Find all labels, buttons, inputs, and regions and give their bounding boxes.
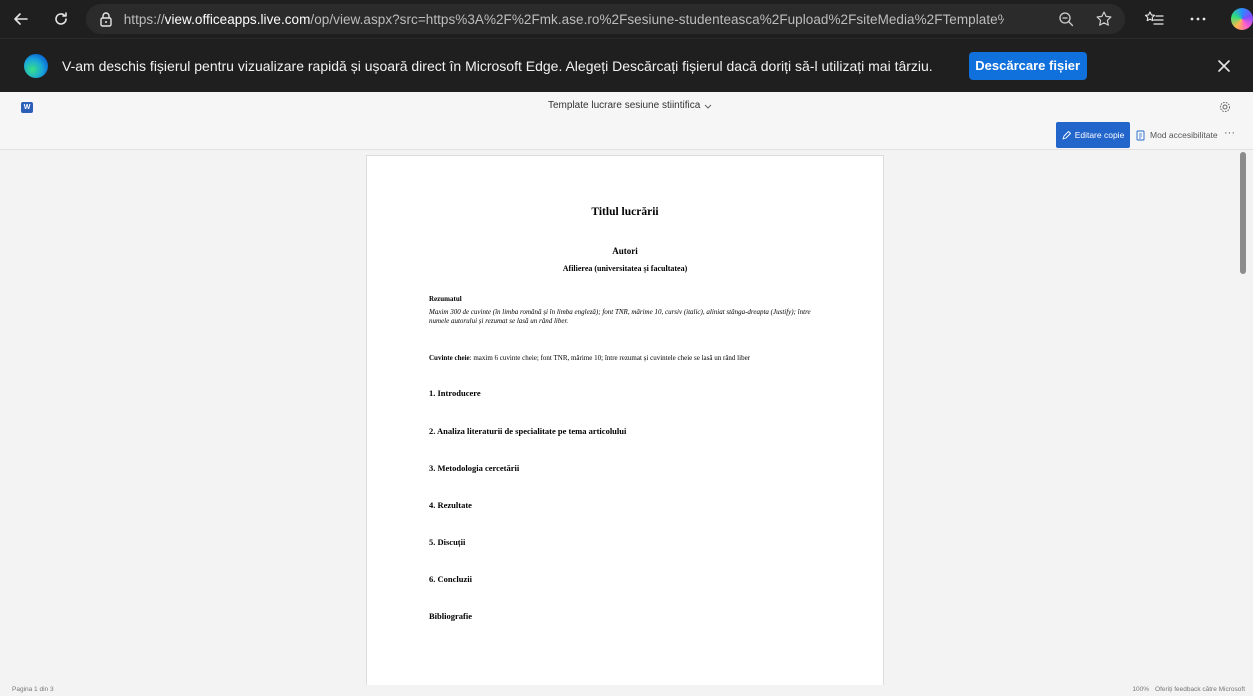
keywords-label: Cuvinte cheie (429, 354, 470, 362)
doc-abstract-heading: Rezumatul (429, 295, 462, 303)
document-canvas[interactable]: Titlul lucrării Autori Afilierea (univer… (0, 150, 1253, 685)
doc-section-heading: 3. Metodologia cercetării (429, 463, 520, 473)
keywords-text: : maxim 6 cuvinte cheie; font TNR, mărim… (469, 354, 751, 362)
doc-abstract-text: Maxim 300 de cuvinte (în limba română și… (429, 308, 811, 325)
doc-section-heading: 5. Discuții (429, 537, 466, 547)
download-file-button[interactable]: Descărcare fișier (968, 51, 1087, 80)
page-count: Pagina 1 din 3 (12, 686, 54, 693)
refresh-icon (55, 12, 67, 25)
close-icon[interactable] (1211, 53, 1237, 79)
doc-section-heading: Bibliografie (429, 611, 472, 621)
address-bar[interactable]: https://view.officeapps.live.com/op/view… (85, 4, 1125, 34)
gear-icon[interactable] (1219, 100, 1231, 113)
more-options-icon[interactable] (1187, 8, 1209, 30)
url-scheme: https:// (123, 11, 165, 27)
doc-title: Titlul lucrării (591, 206, 659, 218)
copilot-icon[interactable] (1231, 8, 1253, 30)
office-toolbar: Editare copie Mod accesibilitate ··· (0, 122, 1253, 150)
status-bar: Pagina 1 din 3 100% Oferiți feedback căt… (0, 685, 1253, 696)
doc-affiliation: Afilierea (universitatea și facultatea) (562, 264, 688, 273)
accessibility-mode-button[interactable]: Mod accesibilitate (1136, 127, 1218, 143)
chevron-down-icon[interactable] (703, 101, 713, 111)
favorites-list-icon[interactable] (1143, 8, 1165, 30)
accessibility-doc-icon (1136, 130, 1145, 140)
more-commands-button[interactable]: ··· (1224, 127, 1235, 139)
doc-section-heading: 2. Analiza literaturii de specialitate p… (429, 426, 627, 436)
document-page: Titlul lucrării Autori Afilierea (univer… (366, 155, 884, 685)
url-path: /op/view.aspx?src=https%3A%2F%2Fmk.ase.r… (310, 11, 1004, 27)
back-button[interactable] (6, 4, 36, 34)
doc-section-heading: 6. Concluzii (429, 574, 472, 584)
document-title-dropdown[interactable]: Template lucrare sesiune stiintifica (548, 100, 700, 111)
doc-keywords: Cuvinte cheie: maxim 6 cuvinte cheie; fo… (429, 354, 849, 362)
reload-button[interactable] (46, 4, 76, 34)
zoom-level[interactable]: 100% (1132, 686, 1149, 693)
lock-icon (98, 11, 114, 27)
office-header: W Template lucrare sesiune stiintifica (0, 92, 1253, 122)
accessibility-label: Mod accesibilitate (1150, 130, 1218, 140)
edit-copy-button[interactable]: Editare copie (1056, 122, 1130, 148)
doc-section-heading: 4. Rezultate (429, 500, 472, 510)
favorite-star-icon[interactable] (1093, 8, 1115, 30)
doc-section-heading: 1. Introducere (429, 388, 481, 398)
vertical-scrollbar[interactable] (1240, 152, 1246, 274)
edit-copy-label: Editare copie (1074, 130, 1125, 140)
pencil-icon (1062, 130, 1071, 139)
word-logo-icon: W (21, 102, 33, 113)
url-host: view.officeapps.live.com (164, 11, 311, 27)
url-text[interactable]: https://view.officeapps.live.com/op/view… (124, 12, 1004, 27)
info-message: V-am deschis fișierul pentru vizualizare… (62, 57, 933, 74)
zoom-out-icon[interactable] (1055, 8, 1077, 30)
feedback-link[interactable]: Oferiți feedback către Microsoft (1155, 686, 1245, 693)
doc-authors: Autori (612, 246, 638, 256)
arrow-left-icon (14, 13, 28, 25)
browser-toolbar: https://view.officeapps.live.com/op/view… (0, 0, 1253, 38)
info-bar: V-am deschis fișierul pentru vizualizare… (0, 38, 1253, 92)
edge-logo-icon (24, 53, 48, 78)
